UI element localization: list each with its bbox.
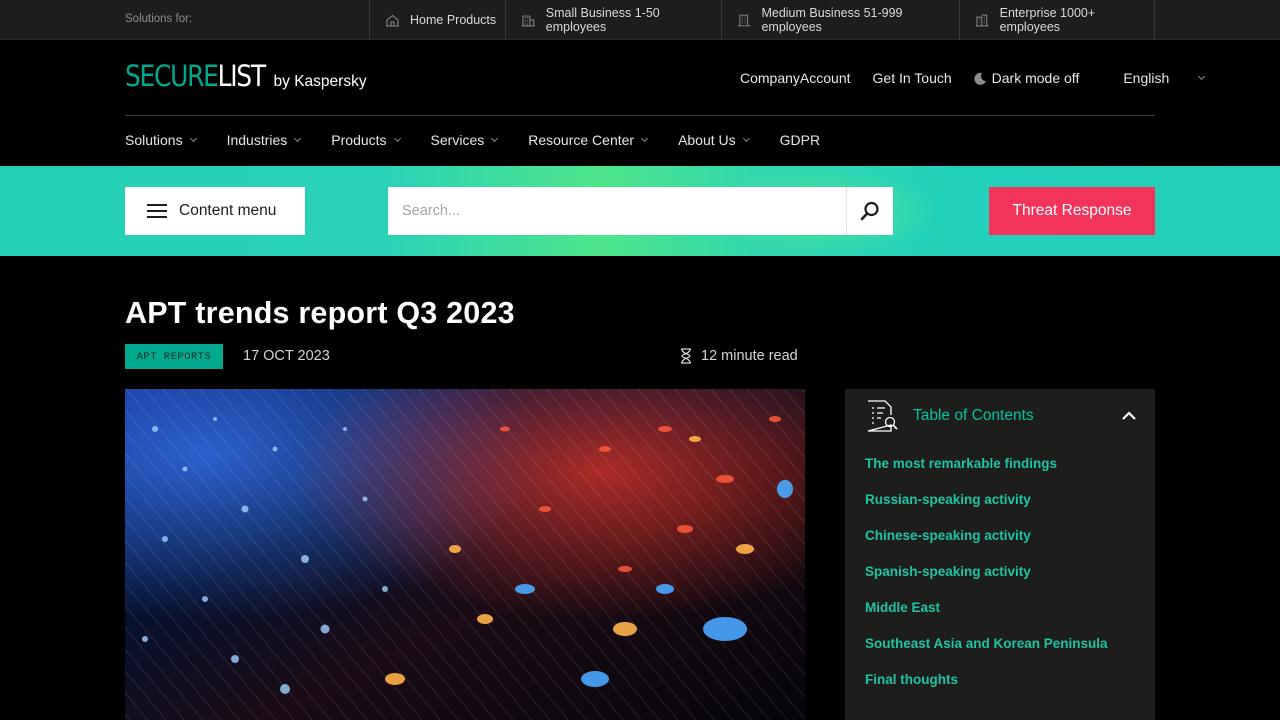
header-links: CompanyAccount Get In Touch Dark mode of… (740, 70, 1206, 86)
enterprise-building-icon (975, 14, 989, 26)
chevron-down-icon (294, 134, 302, 143)
segment-label: Enterprise 1000+ employees (999, 6, 1096, 34)
chevron-down-icon (742, 134, 750, 143)
toc-title: Table of Contents (913, 407, 1034, 424)
house-icon (386, 14, 399, 26)
segment-label: Home Products (410, 13, 497, 27)
hamburger-icon (147, 204, 167, 218)
nav-item-products[interactable]: Products (331, 132, 401, 148)
get-in-touch-link[interactable]: Get In Touch (873, 70, 952, 86)
toc-link[interactable]: Final thoughts (865, 672, 1108, 708)
document-search-icon (867, 400, 898, 432)
chevron-down-icon (491, 134, 499, 143)
nav-item-solutions[interactable]: Solutions (125, 132, 197, 148)
nav-item-gdpr[interactable]: GDPR (780, 132, 820, 148)
read-time-label: 12 minute read (701, 348, 798, 364)
segment-enterprise[interactable]: Enterprise 1000+ employees (959, 0, 1155, 40)
language-selector[interactable]: English (1123, 70, 1206, 86)
solutions-bar: Solutions for: Home Products Small Busin… (0, 0, 1280, 40)
chevron-down-icon (1198, 72, 1206, 81)
read-time: 12 minute read (680, 348, 798, 364)
nav-label: Industries (226, 132, 288, 148)
segment-label: Medium Business 51-999 employees (761, 6, 903, 34)
toc-link[interactable]: Russian-speaking activity (865, 492, 1108, 528)
main-nav: Solutions Industries Products Services R… (125, 132, 851, 148)
page-title: APT trends report Q3 2023 (125, 296, 515, 330)
publish-date: 17 OCT 2023 (243, 348, 330, 364)
hourglass-icon (681, 348, 691, 364)
binary-data-illustration (125, 389, 805, 720)
hero-image (125, 389, 805, 720)
segment-small-business[interactable]: Small Business 1-50 employees (505, 0, 721, 40)
chevron-down-icon (189, 134, 197, 143)
nav-item-services[interactable]: Services (430, 132, 499, 148)
toc-list: The most remarkable findings Russian-spe… (865, 456, 1108, 708)
medium-building-icon (737, 14, 751, 26)
header-divider (125, 115, 1155, 116)
toc-link[interactable]: Chinese-speaking activity (865, 528, 1108, 564)
solutions-label: Solutions for: (125, 13, 193, 25)
nav-label: Resource Center (528, 132, 635, 148)
logo-by-kaspersky: by Kaspersky (273, 73, 367, 90)
segment-home-products[interactable]: Home Products (369, 0, 505, 40)
nav-label: GDPR (779, 132, 821, 148)
category-tag[interactable]: APT REPORTS (125, 344, 223, 369)
search-icon (860, 201, 879, 221)
content-menu-button[interactable]: Content menu (125, 187, 305, 235)
content-menu-label: Content menu (179, 202, 277, 219)
chevron-down-icon (393, 134, 401, 143)
segment-divider (1154, 0, 1155, 40)
toc-header[interactable]: Table of Contents (865, 399, 1034, 433)
language-label: English (1123, 70, 1170, 86)
toc-link[interactable]: The most remarkable findings (865, 456, 1108, 492)
threat-response-button[interactable]: Threat Response (989, 187, 1155, 235)
small-building-icon (521, 15, 535, 26)
logo-wordmark: SECURELIST (125, 59, 266, 93)
moon-icon (974, 72, 986, 85)
chevron-up-icon[interactable] (1121, 409, 1137, 421)
nav-label: About Us (678, 132, 736, 148)
segment-medium-business[interactable]: Medium Business 51-999 employees (721, 0, 959, 40)
search-button[interactable] (846, 187, 893, 235)
toc-link[interactable]: Middle East (865, 600, 1108, 636)
company-account-link[interactable]: CompanyAccount (740, 70, 851, 86)
securelist-logo[interactable]: SECURELIST by Kaspersky (125, 62, 367, 91)
segment-label: Small Business 1-50 employees (545, 6, 660, 34)
dark-mode-toggle[interactable]: Dark mode off (974, 70, 1102, 86)
nav-label: Solutions (125, 132, 183, 148)
search-input[interactable] (388, 187, 846, 235)
nav-item-industries[interactable]: Industries (226, 132, 302, 148)
chevron-down-icon (641, 134, 649, 143)
nav-item-about-us[interactable]: About Us (678, 132, 750, 148)
toc-link[interactable]: Southeast Asia and Korean Peninsula (865, 636, 1108, 672)
nav-label: Products (331, 132, 387, 148)
logo-secure: SECURE (125, 59, 219, 93)
toc-link[interactable]: Spanish-speaking activity (865, 564, 1108, 600)
table-of-contents: Table of Contents The most remarkable fi… (845, 389, 1155, 720)
nav-item-resource-center[interactable]: Resource Center (528, 132, 649, 148)
nav-label: Services (430, 132, 485, 148)
logo-list: LIST (217, 59, 266, 93)
dark-mode-label: Dark mode off (991, 70, 1080, 86)
